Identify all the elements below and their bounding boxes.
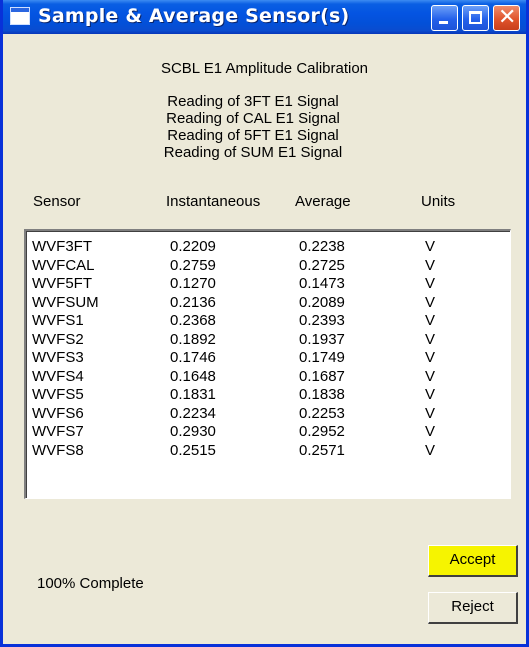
instantaneous-cell: 0.1831: [170, 386, 216, 403]
table-row[interactable]: WVFS5 0.1831 0.1838 V: [26, 387, 506, 403]
average-cell: 0.1838: [299, 386, 345, 403]
accept-button[interactable]: Accept: [428, 545, 518, 577]
units-cell: V: [425, 367, 436, 385]
minimize-icon: [439, 21, 448, 24]
sensor-cell: WVFS2: [32, 330, 84, 348]
table-row[interactable]: WVFS1 0.2368 0.2393 V: [26, 313, 506, 329]
column-header-units: Units: [421, 193, 456, 210]
column-header-sensor: Sensor: [33, 193, 81, 210]
instantaneous-cell: 0.1892: [170, 330, 216, 348]
sensor-cell: WVFS4: [32, 367, 84, 385]
average-cell: 0.2089: [299, 293, 345, 311]
reading-line: Reading of SUM E1 Signal: [163, 144, 343, 161]
reading-line: Reading of 3FT E1 Signal: [167, 93, 339, 110]
table-row[interactable]: WVFS7 0.2930 0.2952 V: [26, 424, 506, 440]
units-cell: V: [425, 404, 436, 422]
close-button[interactable]: ✕: [493, 5, 520, 31]
average-cell: 0.1749: [299, 349, 345, 366]
column-header-instantaneous: Instantaneous: [166, 193, 261, 210]
units-cell: V: [425, 312, 436, 329]
units-cell: V: [425, 386, 436, 403]
average-cell: 0.2725: [299, 256, 345, 274]
table-row[interactable]: WVFS8 0.2515 0.2571 V: [26, 441, 506, 459]
average-cell: 0.2253: [299, 404, 345, 422]
sensor-cell: WVFS8: [32, 441, 84, 459]
instantaneous-cell: 0.2930: [170, 423, 216, 440]
table-row[interactable]: WVF5FT 0.1270 0.1473 V: [26, 276, 506, 292]
units-cell: V: [425, 275, 436, 292]
window-icon: [10, 7, 30, 25]
maximize-icon: [469, 11, 482, 24]
reject-button[interactable]: Reject: [428, 592, 518, 624]
average-cell: 0.1473: [299, 275, 345, 292]
sensor-cell: WVFSUM: [32, 293, 99, 311]
units-cell: V: [425, 330, 436, 348]
instantaneous-cell: 0.1648: [170, 367, 216, 385]
table-row[interactable]: WVF3FT 0.2209 0.2238 V: [26, 239, 506, 255]
sensor-cell: WVFS5: [32, 386, 84, 403]
sensor-cell: WVFS6: [32, 404, 84, 422]
table-row[interactable]: WVFS6 0.2234 0.2253 V: [26, 404, 506, 422]
sensor-cell: WVFS3: [32, 349, 84, 366]
sensor-cell: WVF5FT: [32, 275, 92, 292]
sample-average-dialog: Sample & Average Sensor(s) ✕ SCBL E1 Amp…: [0, 0, 529, 647]
table-row[interactable]: WVFS2 0.1892 0.1937 V: [26, 330, 506, 348]
units-cell: V: [425, 293, 436, 311]
instantaneous-cell: 0.2136: [170, 293, 216, 311]
sensor-cell: WVF3FT: [32, 238, 92, 255]
maximize-button[interactable]: [462, 5, 489, 31]
instantaneous-cell: 0.2368: [170, 312, 216, 329]
reading-line: Reading of 5FT E1 Signal: [167, 127, 339, 144]
minimize-button[interactable]: [431, 5, 458, 31]
table-row[interactable]: WVFCAL 0.2759 0.2725 V: [26, 256, 506, 274]
table-row[interactable]: WVFSUM 0.2136 0.2089 V: [26, 293, 506, 311]
units-cell: V: [425, 256, 436, 274]
title-bar[interactable]: Sample & Average Sensor(s) ✕: [3, 0, 526, 34]
units-cell: V: [425, 349, 436, 366]
units-cell: V: [425, 441, 436, 459]
average-cell: 0.2393: [299, 312, 345, 329]
instantaneous-cell: 0.1746: [170, 349, 216, 366]
reading-line: Reading of CAL E1 Signal: [166, 110, 340, 127]
units-cell: V: [425, 423, 436, 440]
instantaneous-cell: 0.2234: [170, 404, 216, 422]
calibration-heading: SCBL E1 Amplitude Calibration: [160, 60, 369, 77]
instantaneous-cell: 0.2209: [170, 238, 216, 255]
sensor-cell: WVFS7: [32, 423, 84, 440]
instantaneous-cell: 0.2515: [170, 441, 216, 459]
progress-status: 100% Complete: [37, 575, 144, 592]
readings-list: Reading of 3FT E1 Signal Reading of CAL …: [103, 93, 403, 163]
units-cell: V: [425, 238, 436, 255]
close-icon: ✕: [498, 5, 517, 30]
table-row[interactable]: WVFS3 0.1746 0.1749 V: [26, 350, 506, 366]
instantaneous-cell: 0.2759: [170, 256, 216, 274]
average-cell: 0.1937: [299, 330, 345, 348]
average-cell: 0.2238: [299, 238, 345, 255]
average-cell: 0.2571: [299, 441, 345, 459]
window-title: Sample & Average Sensor(s): [38, 5, 350, 27]
column-header-average: Average: [295, 193, 351, 210]
sensor-cell: WVFCAL: [32, 256, 95, 274]
sensor-cell: WVFS1: [32, 312, 84, 329]
sensor-listbox[interactable]: WVF3FT 0.2209 0.2238 V WVFCAL 0.2759 0.2725 V WV…: [24, 229, 511, 499]
average-cell: 0.1687: [299, 367, 345, 385]
instantaneous-cell: 0.1270: [170, 275, 216, 292]
table-row[interactable]: WVFS4 0.1648 0.1687 V: [26, 367, 506, 385]
average-cell: 0.2952: [299, 423, 345, 440]
